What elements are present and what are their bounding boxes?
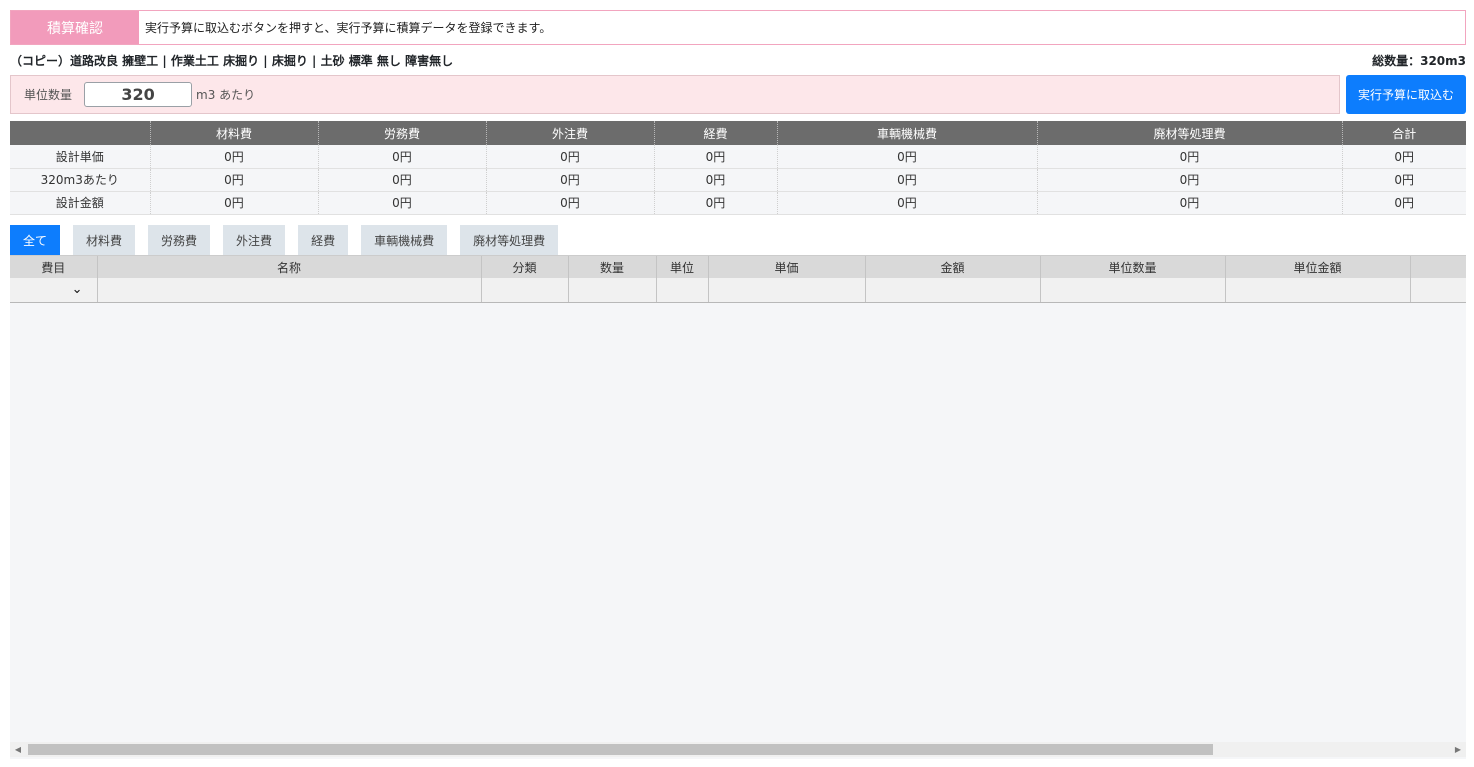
tab-material[interactable]: 材料費 [73,225,136,255]
summary-cell: 0円 [486,145,655,169]
total-quantity: 総数量：320m3 [1372,53,1466,68]
banner-title: 積算確認 [11,11,139,44]
summary-cell: 0円 [654,191,778,215]
summary-header: 材料費 [150,121,319,145]
summary-cell: 0円 [150,145,319,169]
tab-labor[interactable]: 労務費 [148,225,211,255]
summary-header-row: 材料費 労務費 外注費 経費 車輌機械費 廃材等処理費 合計 [10,121,1466,145]
column-header[interactable]: 数量 [568,256,657,278]
column-header[interactable]: 分類 [481,256,569,278]
summary-cell: 0円 [150,191,319,215]
cost-category-tabs: 全て 材料費 労務費 外注費 経費 車輌機械費 廃材等処理費 [10,225,571,255]
unit-price-filter-input[interactable] [708,278,866,303]
summary-cell: 0円 [486,168,655,192]
summary-header: 経費 [654,121,778,145]
amount-filter-input[interactable] [865,278,1041,303]
tab-expenses[interactable]: 経費 [298,225,349,255]
horizontal-scrollbar[interactable]: ◀ ▶ [10,742,1466,757]
grid-header-row: 費目 名称 分類 数量 単位 単価 金額 単位数量 単位金額 [10,256,1466,278]
column-header[interactable]: 名称 [97,256,482,278]
unit-quantity-filter-input[interactable] [1040,278,1226,303]
summary-cell: 0円 [486,191,655,215]
tab-outsource[interactable]: 外注費 [223,225,286,255]
filter-spacer [1410,278,1466,303]
unit-amount-filter-input[interactable] [1225,278,1411,303]
notice-banner: 積算確認 実行予算に取込むボタンを押すと、実行予算に積算データを登録できます。 [10,10,1466,45]
summary-cell: 0円 [1037,191,1343,215]
scroll-track[interactable] [26,742,1450,757]
unit-quantity-panel: 単位数量 m3 あたり [10,75,1340,114]
unit-quantity-suffix: m3 あたり [196,88,256,102]
item-path: （コピー）道路改良 擁壁工 | 作業土工 床掘り | 床掘り | 土砂 標準 無… [10,53,454,68]
summary-header: 廃材等処理費 [1037,121,1343,145]
scroll-thumb[interactable] [28,744,1213,755]
banner-message: 実行予算に取込むボタンを押すと、実行予算に積算データを登録できます。 [145,21,552,35]
summary-cell: 0円 [318,145,487,169]
summary-cell: 0円 [654,145,778,169]
name-filter-input[interactable] [97,278,482,303]
scroll-left-icon[interactable]: ◀ [10,745,26,754]
summary-cell: 0円 [1342,168,1466,192]
column-header[interactable]: 単価 [708,256,866,278]
summary-cell: 0円 [150,168,319,192]
summary-header: 車輌機械費 [777,121,1038,145]
detail-table: 費目 名称 分類 数量 単位 単価 金額 単位数量 単位金額 ⌄ [10,256,1466,303]
quantity-filter-input[interactable] [568,278,657,303]
summary-header: 外注費 [486,121,655,145]
summary-cell: 設計金額 [10,191,151,215]
unit-quantity-input[interactable] [84,82,193,107]
summary-cell: 0円 [1342,145,1466,169]
column-header[interactable]: 単位数量 [1040,256,1226,278]
cost-summary-table: 材料費 労務費 外注費 経費 車輌機械費 廃材等処理費 合計 設計単価 0円 0… [10,121,1466,215]
summary-cell: 0円 [654,168,778,192]
column-header[interactable]: 単位金額 [1225,256,1411,278]
summary-cell: 0円 [1037,145,1343,169]
chevron-down-icon: ⌄ [71,282,83,298]
column-header [1410,256,1466,278]
summary-cell: 設計単価 [10,145,151,169]
detail-grid: 費目 名称 分類 数量 単位 単価 金額 単位数量 単位金額 ⌄ [10,255,1466,759]
column-header[interactable]: 費目 [10,256,98,278]
summary-cell: 0円 [1037,168,1343,192]
column-header[interactable]: 単位 [656,256,709,278]
import-to-budget-button[interactable]: 実行予算に取込む [1346,75,1466,114]
summary-cell: 320m3あたり [10,168,151,192]
summary-cell: 0円 [318,168,487,192]
summary-row: 設計金額 0円 0円 0円 0円 0円 0円 0円 [10,191,1466,215]
tab-waste-disposal[interactable]: 廃材等処理費 [460,225,559,255]
summary-row: 320m3あたり 0円 0円 0円 0円 0円 0円 0円 [10,168,1466,192]
scroll-right-icon[interactable]: ▶ [1450,745,1466,754]
category-filter-select[interactable]: ⌄ [10,278,98,303]
summary-cell: 0円 [777,168,1038,192]
unit-quantity-label: 単位数量 [24,88,73,102]
summary-cell: 0円 [318,191,487,215]
tab-all[interactable]: 全て [10,225,61,255]
summary-cell: 0円 [1342,191,1466,215]
summary-row: 設計単価 0円 0円 0円 0円 0円 0円 0円 [10,145,1466,169]
summary-cell: 0円 [777,145,1038,169]
column-header[interactable]: 金額 [865,256,1041,278]
unit-filter-input[interactable] [656,278,709,303]
info-bar: （コピー）道路改良 擁壁工 | 作業土工 床掘り | 床掘り | 土砂 標準 無… [10,51,1466,69]
summary-header [10,121,151,145]
filter-row: ⌄ [10,278,1466,303]
tab-machinery[interactable]: 車輌機械費 [361,225,448,255]
summary-header: 合計 [1342,121,1466,145]
class-filter-input[interactable] [481,278,569,303]
summary-header: 労務費 [318,121,487,145]
summary-cell: 0円 [777,191,1038,215]
